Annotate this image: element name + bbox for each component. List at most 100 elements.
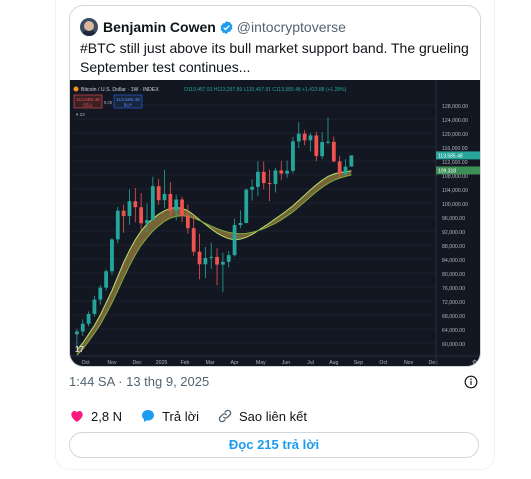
candle-body: [308, 135, 313, 141]
y-tick-label: 88,000.00: [442, 244, 465, 250]
x-tick-label: Sep: [354, 360, 363, 366]
candle-body: [267, 183, 272, 185]
candle-body: [75, 331, 79, 335]
y-tick-label: 100,000.00: [442, 202, 468, 208]
candle-body: [326, 141, 330, 143]
candle-body: [203, 257, 208, 265]
x-tick-label: Jun: [282, 360, 290, 366]
candle-body: [162, 193, 167, 201]
y-tick-label: 76,000.00: [442, 286, 465, 292]
candle-body: [291, 141, 295, 171]
candle-body: [314, 135, 319, 157]
y-tick-label: 84,000.00: [442, 258, 465, 264]
candle-body: [191, 228, 196, 252]
y-tick-label: 64,000.00: [442, 328, 465, 334]
quoted-tweet[interactable]: Benjamin Cowen @intocryptoverse #BTC sti…: [69, 5, 481, 367]
candle-body: [104, 271, 109, 288]
candle-body: [133, 201, 138, 208]
candle-body: [256, 171, 260, 187]
y-tick-label: 92,000.00: [442, 230, 465, 236]
author-name[interactable]: Benjamin Cowen: [103, 19, 216, 35]
tweet-text-line: #BTC still just above its bull market su…: [80, 40, 469, 56]
copy-link-label: Sao liên kết: [239, 408, 307, 424]
y-tick-label: 60,000.00: [442, 342, 465, 348]
x-tick-label: Aug: [329, 360, 338, 366]
reply-bubble-icon: [142, 410, 155, 422]
y-tick-label: 112,000.00: [442, 160, 468, 166]
candle-body: [337, 161, 342, 174]
candle-body: [115, 210, 120, 240]
x-tick-label: Dec: [132, 360, 142, 366]
candle-body: [343, 166, 348, 174]
reply-button[interactable]: Trả lời: [140, 408, 199, 424]
support-band-lower-line: [76, 174, 352, 356]
candle-body: [86, 313, 91, 324]
y-tick-label: 68,000.00: [442, 314, 465, 320]
candle-body: [174, 199, 179, 211]
spread-value: 0.00: [104, 100, 113, 105]
candle-body: [121, 210, 126, 216]
timestamp[interactable]: 1:44 SA · 13 thg 9, 2025: [69, 374, 209, 389]
x-tick-label: Nov: [404, 360, 414, 366]
y-tick-label: 104,000.00: [442, 188, 468, 194]
candle-body: [209, 256, 214, 258]
copy-link-button[interactable]: Sao liên kết: [217, 408, 307, 424]
y-tick-label: 108,000.00: [442, 174, 468, 180]
candle-body: [92, 299, 97, 314]
btc-weekly-chart: 128,000.00 124,000.00 120,000.00 116,000.00…: [70, 80, 480, 366]
y-tick-label: 128,000.00: [442, 104, 468, 110]
like-button[interactable]: 2,8 N: [69, 408, 122, 424]
candle-body: [302, 133, 307, 141]
candle-body: [238, 222, 243, 226]
candle-body: [185, 215, 190, 229]
current-price-tag-text: 113,585.48: [438, 153, 463, 159]
y-tick-label: 96,000.00: [442, 216, 465, 222]
candle-body: [220, 261, 225, 265]
chart-ohlc-readout: O110,457.91 H113,297.89 L110,457.91 C113…: [184, 87, 347, 93]
candle-body: [145, 220, 149, 224]
candle-body: [279, 170, 284, 174]
x-tick-label: 2025: [156, 360, 168, 366]
x-tick-label: Dec: [428, 360, 438, 366]
x-tick-label: Oct: [82, 360, 91, 366]
candle-body: [98, 287, 103, 300]
candle-body: [197, 251, 202, 265]
buy-label: BUY: [124, 103, 133, 108]
candle-body: [244, 189, 249, 223]
info-icon[interactable]: [464, 375, 478, 389]
reply-label: Trả lời: [162, 408, 200, 424]
candle-body: [127, 201, 132, 216]
like-count: 2,8 N: [91, 408, 123, 424]
indicator-count: ▾ 23: [76, 112, 85, 117]
candle-body: [261, 171, 266, 184]
candle-body: [296, 133, 301, 142]
candle-body: [156, 186, 161, 201]
candle-body: [139, 207, 144, 224]
x-tick-label: Jul: [307, 360, 314, 366]
y-tick-label: 124,000.00: [442, 118, 468, 124]
candle-body: [273, 170, 278, 185]
candle-body: [215, 256, 219, 265]
gear-icon: ⚙: [472, 359, 477, 366]
x-tick-label: Apr: [231, 360, 239, 366]
candle-body: [349, 155, 354, 167]
candle-body: [232, 225, 237, 256]
author-handle[interactable]: @intocryptoverse: [237, 19, 346, 35]
chart-image[interactable]: 128,000.00 124,000.00 120,000.00 116,000.00…: [70, 80, 480, 366]
quoted-tweet-text: #BTC still just above its bull market su…: [80, 39, 475, 77]
sell-label: SELL: [83, 103, 94, 108]
y-tick-label: 120,000.00: [442, 132, 468, 138]
quoted-tweet-header: Benjamin Cowen @intocryptoverse: [80, 16, 346, 38]
candle-body: [168, 193, 173, 211]
read-replies-button[interactable]: Đọc 215 trả lời: [69, 432, 479, 458]
x-tick-label: Oct: [379, 360, 388, 366]
candle-body: [320, 142, 325, 157]
candle-body: [150, 186, 155, 221]
x-tick-label: May: [256, 360, 266, 366]
heart-icon: [71, 411, 83, 422]
avatar[interactable]: [80, 18, 98, 36]
candle-body: [226, 255, 231, 262]
candle-body: [285, 170, 290, 174]
link-icon: [218, 409, 232, 423]
candle-body: [180, 199, 184, 216]
